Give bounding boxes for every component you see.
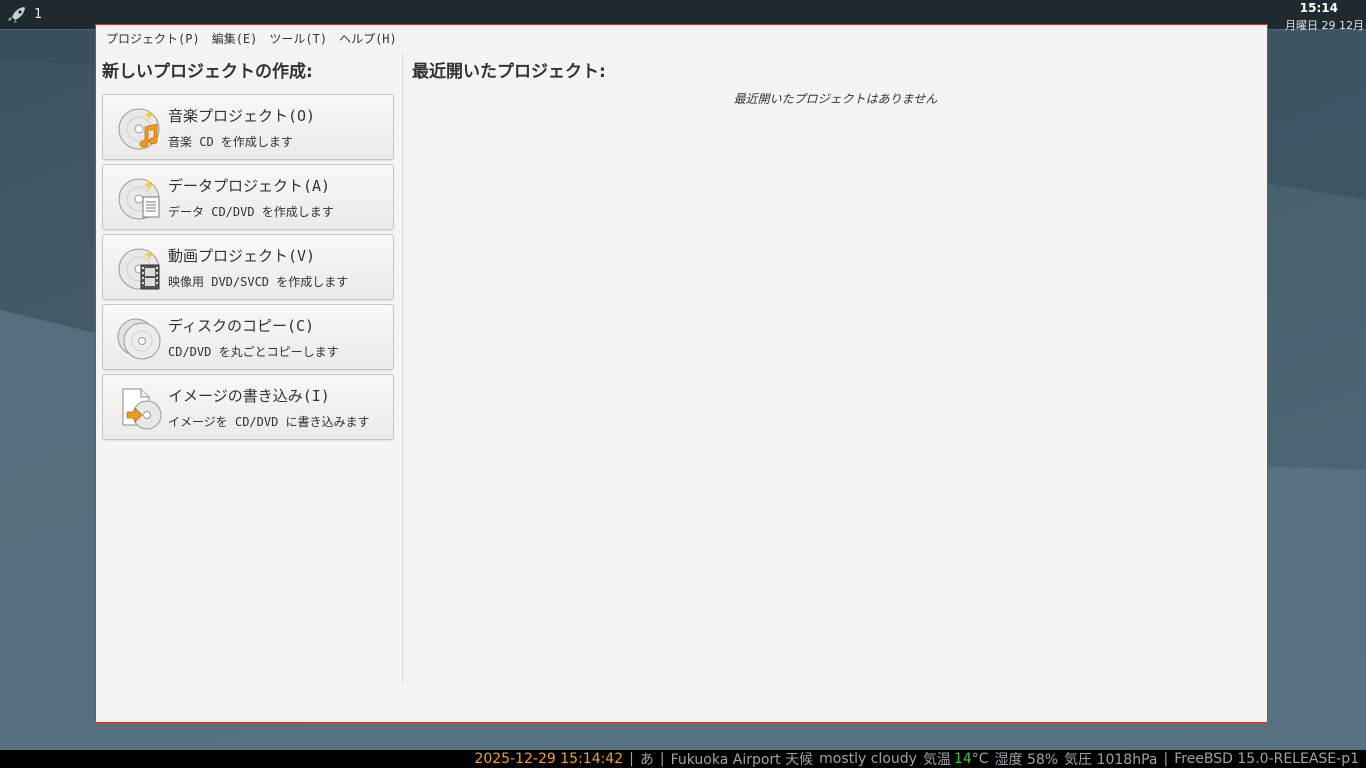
launcher-rocket-icon[interactable]	[6, 5, 28, 25]
burn-image-desc: イメージを CD/DVD に書き込みます	[168, 415, 370, 429]
menubar: プロジェクト(P) 編集(E) ツール(T) ヘルプ(H)	[96, 25, 1267, 53]
recent-projects-empty-message: 最近開いたプロジェクトはありません	[733, 92, 938, 106]
status-temp-unit: °C	[971, 751, 989, 767]
new-project-heading: 新しいプロジェクトの作成:	[102, 62, 313, 82]
audio-project-button[interactable]: 音楽プロジェクト(O) 音楽 CD を作成します	[102, 94, 394, 160]
status-temp-value: 14	[953, 751, 972, 767]
video-disc-icon	[118, 248, 160, 290]
panel-clock[interactable]: 15:14	[1300, 1, 1338, 15]
status-separator: |	[1163, 751, 1169, 767]
data-project-desc: データ CD/DVD を作成します	[168, 205, 334, 219]
status-separator: |	[629, 751, 634, 767]
menu-help[interactable]: ヘルプ(H)	[333, 26, 403, 52]
data-project-title: データプロジェクト(A)	[168, 177, 331, 195]
status-datetime: 2025-12-29 15:14:42	[474, 751, 624, 767]
status-weather-desc: mostly cloudy	[819, 751, 917, 767]
video-project-desc: 映像用 DVD/SVCD を作成します	[168, 275, 349, 289]
video-project-button[interactable]: 動画プロジェクト(V) 映像用 DVD/SVCD を作成します	[102, 234, 394, 300]
menu-edit[interactable]: 編集(E)	[206, 26, 264, 52]
disc-copy-title: ディスクのコピー(C)	[168, 317, 315, 335]
status-humidity: 湿度 58%	[994, 752, 1059, 768]
status-os: FreeBSD 15.0-RELEASE-p1	[1174, 751, 1359, 767]
brasero-window: プロジェクト(P) 編集(E) ツール(T) ヘルプ(H) 新しいプロジェクトの…	[95, 24, 1268, 723]
audio-project-title: 音楽プロジェクト(O)	[168, 107, 316, 125]
burn-image-title: イメージの書き込み(I)	[168, 387, 330, 405]
video-project-title: 動画プロジェクト(V)	[168, 247, 316, 265]
recent-projects-pane: 最近開いたプロジェクト: 最近開いたプロジェクトはありません	[404, 53, 1267, 683]
workspace-indicator[interactable]: 1	[34, 7, 42, 22]
burn-image-button[interactable]: イメージの書き込み(I) イメージを CD/DVD に書き込みます	[102, 374, 394, 440]
menu-project[interactable]: プロジェクト(P)	[100, 26, 206, 52]
menu-tools[interactable]: ツール(T)	[263, 26, 333, 52]
burn-image-icon	[122, 388, 162, 430]
new-project-pane: 新しいプロジェクトの作成: 音楽プロジェクト(O) 音楽 CD を作成します デ…	[96, 53, 403, 683]
disc-copy-desc: CD/DVD を丸ごとコピーします	[168, 345, 339, 359]
disc-copy-button[interactable]: ディスクのコピー(C) CD/DVD を丸ごとコピーします	[102, 304, 394, 370]
status-weather-location: Fukuoka Airport 天候	[670, 752, 814, 768]
status-temp-label: 気温	[922, 752, 951, 768]
data-disc-icon	[118, 178, 160, 220]
status-ime[interactable]: あ	[640, 749, 654, 768]
data-project-button[interactable]: データプロジェクト(A) データ CD/DVD を作成します	[102, 164, 394, 230]
audio-project-desc: 音楽 CD を作成します	[168, 135, 293, 149]
panel-date: 月曜日 29 12月	[1285, 19, 1364, 32]
status-pressure: 気圧 1018hPa	[1064, 752, 1158, 768]
recent-projects-heading: 最近開いたプロジェクト:	[412, 62, 606, 82]
audio-cd-icon	[118, 108, 160, 150]
disc-copy-icon	[117, 318, 161, 360]
status-bar: 2025-12-29 15:14:42 | あ | Fukuoka Airpor…	[0, 750, 1366, 768]
status-separator: |	[659, 751, 665, 767]
